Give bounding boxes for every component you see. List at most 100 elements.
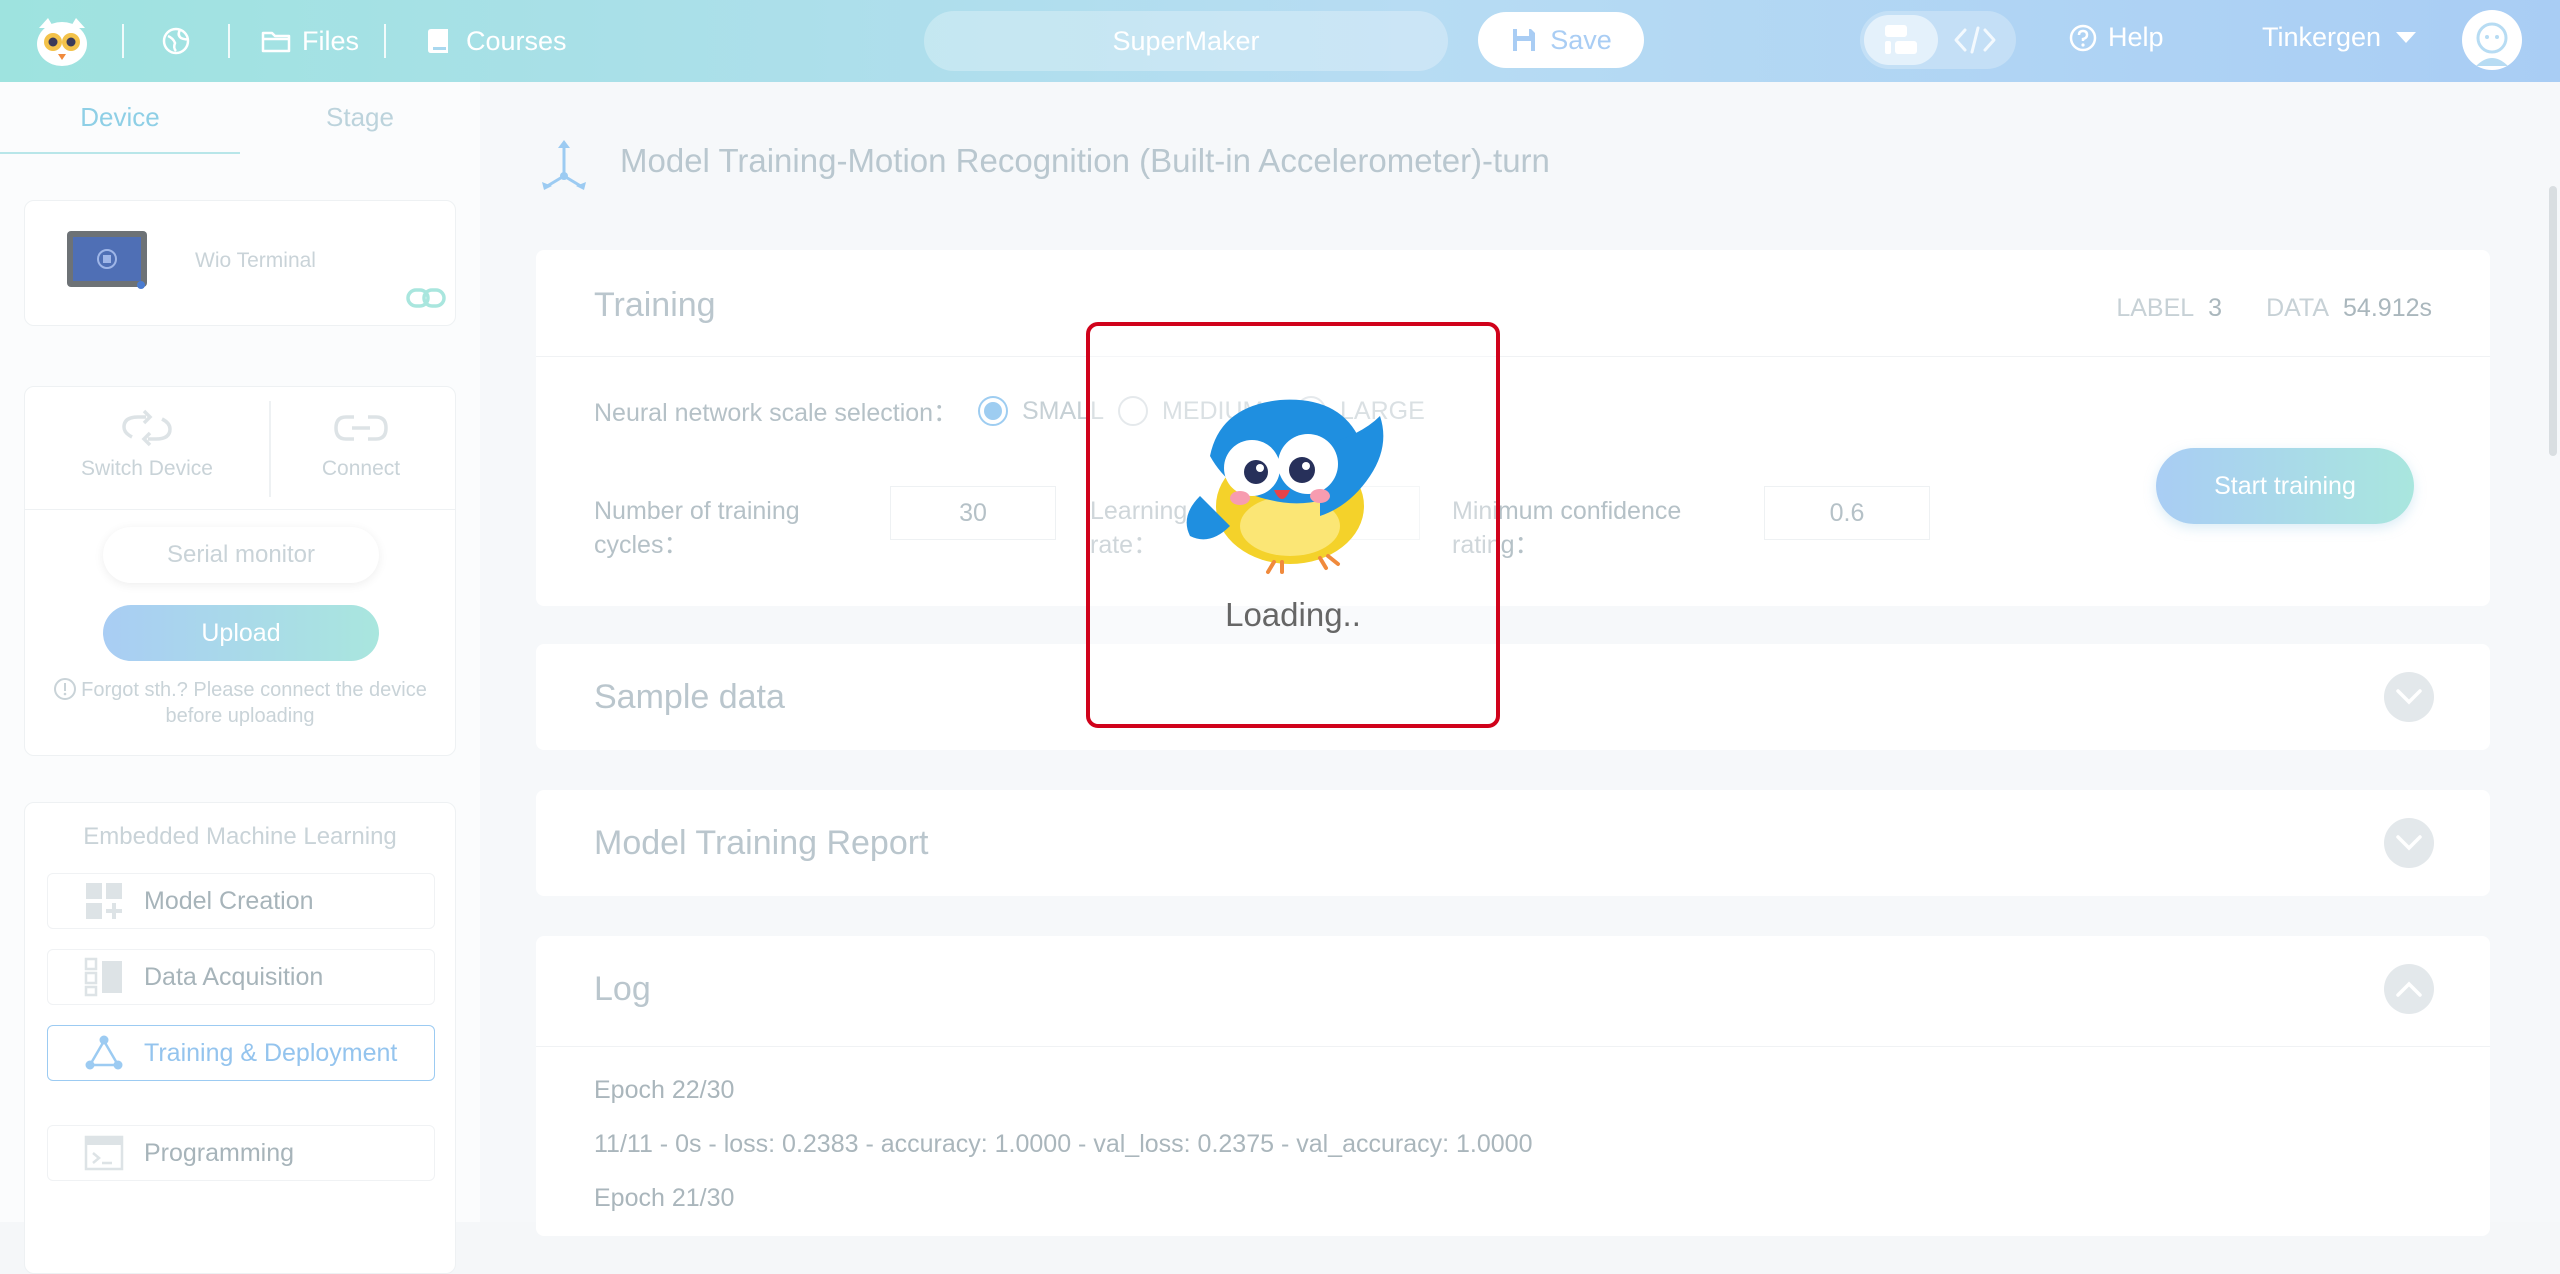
switch-device-button[interactable]: Switch Device <box>47 407 247 481</box>
sample-data-card[interactable]: Sample data <box>536 644 2490 750</box>
divider <box>536 356 2490 357</box>
start-training-button[interactable]: Start training <box>2156 448 2414 524</box>
loading-dialog: Loading.. <box>1086 322 1500 728</box>
tab-stage[interactable]: Stage <box>240 82 480 152</box>
eml-panel: Embedded Machine Learning Model Creation… <box>24 802 456 1274</box>
help-label: Help <box>2108 22 2164 52</box>
divider <box>122 24 124 58</box>
question-circle-icon <box>2069 24 2097 51</box>
courses-button[interactable]: Courses <box>424 22 567 60</box>
training-cycles-input[interactable]: 30 <box>890 486 1056 540</box>
divider <box>25 509 455 510</box>
network-icon <box>542 140 586 190</box>
language-button[interactable] <box>160 22 192 60</box>
nn-scale-label: Neural network scale selection： <box>594 399 959 427</box>
label-count: 3 <box>2208 294 2223 322</box>
data-key: DATA <box>2266 294 2330 322</box>
page-title: Model Training-Motion Recognition (Built… <box>620 142 1550 179</box>
book-icon <box>428 29 448 53</box>
connect-icon <box>334 415 388 441</box>
divider <box>384 24 386 58</box>
radio-checked-icon <box>978 396 1008 426</box>
training-title: Training <box>594 286 716 324</box>
courses-label: Courses <box>466 25 567 56</box>
list-tree-icon <box>84 957 122 997</box>
code-mode-button[interactable] <box>1938 15 2012 65</box>
scrollbar-thumb[interactable] <box>2549 186 2557 456</box>
sample-data-title: Sample data <box>594 678 785 716</box>
training-card: Training LABEL 3 DATA 54.912s Neural net… <box>536 250 2490 606</box>
device-name: Wio Terminal <box>195 249 316 272</box>
save-label: Save <box>1550 24 1612 55</box>
blocks-icon <box>1885 25 1917 54</box>
caret-down-icon <box>2396 31 2417 43</box>
label-key: LABEL <box>2116 294 2195 322</box>
chevron-down-icon <box>2396 835 2422 851</box>
save-button[interactable]: Save <box>1478 12 1644 68</box>
switch-icon <box>122 409 172 447</box>
divider <box>536 1046 2490 1047</box>
expand-button[interactable] <box>2384 672 2434 722</box>
serial-monitor-button[interactable]: Serial monitor <box>103 527 379 583</box>
terminal-icon <box>84 1135 124 1171</box>
eml-title: Embedded Machine Learning <box>83 823 397 850</box>
user-menu[interactable]: Tinkergen <box>2262 22 2417 53</box>
link-icon[interactable] <box>405 283 447 313</box>
connect-button[interactable]: Connect <box>261 407 461 481</box>
device-controls-panel: Switch Device Connect Serial monitor Upl… <box>24 386 456 756</box>
upload-hint-line-2: before uploading <box>165 705 315 727</box>
menu-training-deployment[interactable]: Training & Deployment <box>47 1025 435 1081</box>
training-report-title: Model Training Report <box>594 824 929 862</box>
menu-data-acquisition[interactable]: Data Acquisition <box>47 949 435 1005</box>
folder-icon <box>261 31 291 53</box>
log-card: Log Epoch 22/30 11/11 - 0s - loss: 0.238… <box>536 936 2490 1236</box>
block-mode-button[interactable] <box>1864 15 1938 65</box>
log-line: Epoch 22/30 <box>594 1076 735 1104</box>
project-name-field[interactable]: SuperMaker <box>924 11 1448 71</box>
tab-device[interactable]: Device <box>0 82 240 154</box>
menu-item-label: Data Acquisition <box>144 962 324 991</box>
upload-hint: Forgot sth.? Please connect the device b… <box>25 677 455 729</box>
chevron-up-icon <box>2396 981 2422 997</box>
upload-button[interactable]: Upload <box>103 605 379 661</box>
avatar[interactable] <box>2462 10 2522 70</box>
wio-terminal-image <box>67 231 147 289</box>
sidebar: Device Stage Wio Terminal Switch Device … <box>0 82 480 1274</box>
top-bar: Files Courses SuperMaker Save Help Tinke… <box>0 0 2560 82</box>
editor-mode-toggle[interactable] <box>1860 11 2016 69</box>
min-confidence-input[interactable]: 0.6 <box>1764 486 1930 540</box>
sidebar-tabs: Device Stage <box>0 82 480 154</box>
divider <box>228 24 230 58</box>
main-content: Model Training-Motion Recognition (Built… <box>480 82 2560 1236</box>
training-cycles-label-line-1: Number of training <box>594 497 800 525</box>
training-cycles-label: Number of training cycles： <box>594 494 800 562</box>
code-icon <box>1954 26 1996 54</box>
user-name: Tinkergen <box>2262 22 2382 52</box>
files-button[interactable]: Files <box>260 22 359 60</box>
switch-device-label: Switch Device <box>81 457 213 480</box>
log-title: Log <box>594 970 651 1008</box>
chevron-down-icon <box>2396 689 2422 705</box>
collapse-button[interactable] <box>2384 964 2434 1014</box>
loading-text: Loading.. <box>1225 596 1361 633</box>
grid-icon <box>86 883 122 919</box>
training-report-card[interactable]: Model Training Report <box>536 790 2490 896</box>
menu-item-label: Model Creation <box>144 886 314 915</box>
data-duration: 54.912s <box>2343 294 2432 322</box>
page-scrollbar[interactable] <box>2546 102 2560 462</box>
device-card[interactable]: Wio Terminal <box>24 200 456 326</box>
upload-hint-line-1: Forgot sth.? Please connect the device <box>81 679 427 701</box>
menu-item-label: Programming <box>144 1138 295 1167</box>
menu-item-label: Training & Deployment <box>144 1038 398 1067</box>
help-button[interactable]: Help <box>2068 22 2164 53</box>
owl-logo-icon[interactable] <box>34 14 90 68</box>
network-icon <box>85 1035 123 1070</box>
user-avatar-icon <box>2463 11 2521 69</box>
log-line: 11/11 - 0s - loss: 0.2383 - accuracy: 1.… <box>594 1130 1533 1158</box>
connect-label: Connect <box>321 457 401 480</box>
expand-button[interactable] <box>2384 818 2434 868</box>
owl-mascot-icon <box>1186 399 1384 574</box>
menu-model-creation[interactable]: Model Creation <box>47 873 435 929</box>
menu-programming[interactable]: Programming <box>47 1125 435 1181</box>
info-icon <box>54 678 77 700</box>
